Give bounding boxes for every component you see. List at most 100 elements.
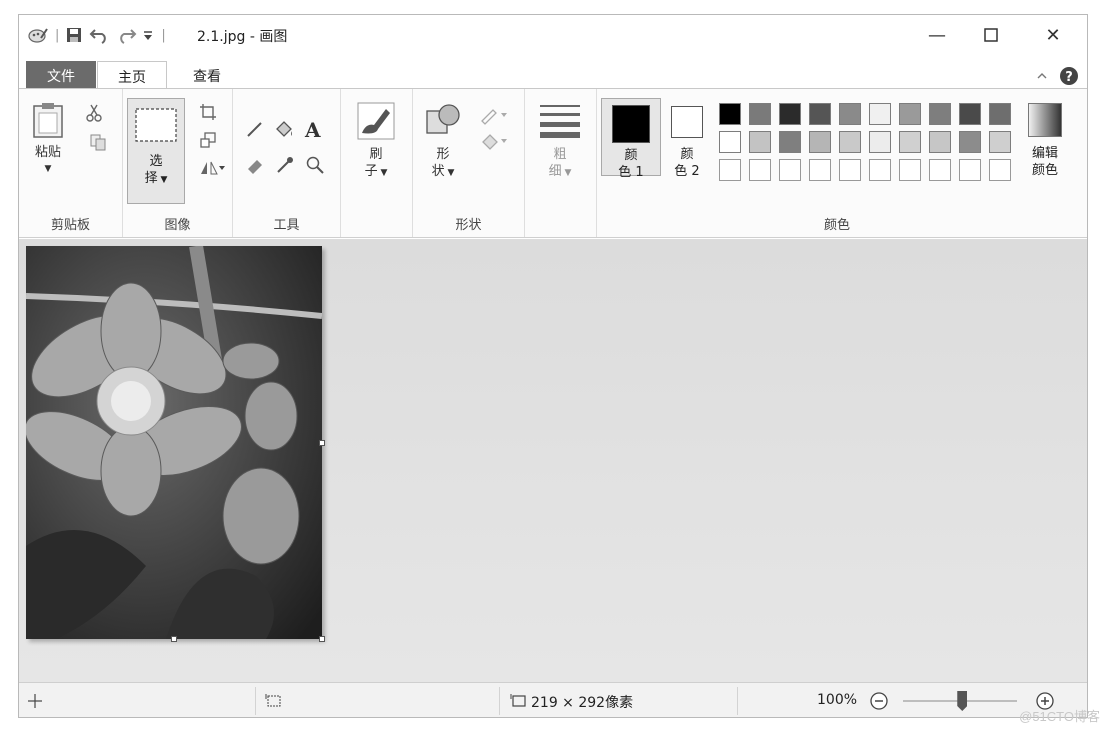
color-palette [719, 103, 1019, 183]
cut-icon[interactable] [85, 103, 103, 123]
select-label-1: 选 [149, 154, 163, 169]
palette-swatch[interactable] [989, 103, 1011, 125]
palette-swatch[interactable] [779, 131, 801, 153]
quick-access-toolbar: | | [27, 25, 172, 45]
size-group: 粗 细 ▼ [525, 89, 597, 237]
paint-app-icon[interactable] [27, 26, 49, 44]
canvas-area[interactable] [19, 239, 1087, 682]
tab-home[interactable]: 主页 [97, 61, 167, 88]
zoom-out-icon[interactable] [869, 691, 889, 711]
eraser-icon[interactable] [245, 155, 265, 175]
paint-window: | | 2.1.jpg - 画图 — ✕ 文件 主页 查看 ? 粘贴 ▼ 剪贴板… [18, 14, 1088, 718]
palette-swatch[interactable] [719, 159, 741, 181]
paste-button[interactable]: 粘贴 ▼ [27, 101, 69, 178]
chevron-down-icon: ▼ [444, 168, 455, 178]
edit-colors-button[interactable]: 编辑 颜色 [1021, 103, 1069, 179]
image-size-icon [510, 694, 526, 707]
customize-quick-access-icon[interactable] [141, 26, 155, 44]
select-rectangle-icon [135, 108, 177, 142]
palette-swatch[interactable] [749, 103, 771, 125]
palette-swatch[interactable] [839, 103, 861, 125]
ribbon-tabs: 文件 主页 查看 ? [19, 55, 1087, 88]
separator: | [161, 27, 166, 43]
palette-swatch[interactable] [809, 131, 831, 153]
collapse-ribbon-icon[interactable] [1035, 69, 1049, 83]
resize-handle-corner[interactable] [319, 636, 325, 642]
zoom-level-text: 100% [817, 692, 858, 708]
rotate-icon[interactable] [199, 159, 225, 177]
color2-button[interactable]: 颜 色 2 [667, 98, 713, 179]
palette-swatch[interactable] [959, 159, 981, 181]
select-label-2: 择 [144, 171, 158, 186]
resize-handle-right[interactable] [319, 440, 325, 446]
palette-swatch[interactable] [869, 131, 891, 153]
magnifier-icon[interactable] [305, 155, 325, 175]
shapes-button[interactable]: 形 状 ▼ [421, 101, 465, 182]
ribbon: 粘贴 ▼ 剪贴板 选 择 ▼ 图像 A 工具 刷 子 ▼ 形 状 ▼ 形状 粗 … [19, 88, 1087, 238]
fill-icon[interactable] [479, 133, 509, 151]
palette-swatch[interactable] [779, 103, 801, 125]
flower-photo[interactable] [26, 246, 322, 639]
color-picker-icon[interactable] [275, 155, 295, 175]
palette-swatch[interactable] [809, 159, 831, 181]
palette-swatch[interactable] [929, 131, 951, 153]
undo-icon[interactable] [89, 26, 111, 44]
separator: | [55, 27, 60, 43]
palette-swatch[interactable] [839, 159, 861, 181]
close-button[interactable]: ✕ [1033, 23, 1073, 47]
palette-swatch[interactable] [989, 131, 1011, 153]
outline-icon[interactable] [479, 107, 509, 125]
resize-handle-bottom[interactable] [171, 636, 177, 642]
palette-swatch[interactable] [869, 159, 891, 181]
text-tool-icon[interactable]: A [305, 118, 321, 142]
resize-icon[interactable] [199, 131, 217, 149]
color2-label-1: 颜 [680, 147, 694, 162]
size-button[interactable]: 粗 细 ▼ [537, 101, 583, 182]
tab-view[interactable]: 查看 [179, 61, 235, 88]
palette-swatch[interactable] [989, 159, 1011, 181]
brushes-label-1: 刷 [369, 147, 383, 162]
palette-swatch[interactable] [809, 103, 831, 125]
copy-icon[interactable] [89, 133, 107, 151]
colors-group-label: 颜色 [823, 218, 850, 233]
palette-swatch[interactable] [899, 131, 921, 153]
maximize-button[interactable] [971, 23, 1011, 47]
palette-swatch[interactable] [839, 131, 861, 153]
clipboard-group: 粘贴 ▼ 剪贴板 [19, 89, 123, 237]
palette-swatch[interactable] [929, 103, 951, 125]
clipboard-group-label: 剪贴板 [50, 218, 90, 233]
tools-group-label: 工具 [273, 218, 300, 233]
colors-group: 颜 色 1 颜 色 2 编辑 颜色 颜色 [597, 89, 1077, 237]
color1-button[interactable]: 颜 色 1 [601, 98, 661, 180]
palette-swatch[interactable] [959, 131, 981, 153]
fill-bucket-icon[interactable] [273, 119, 295, 139]
brushes-button[interactable]: 刷 子 ▼ [353, 101, 399, 182]
window-title: 2.1.jpg - 画图 [197, 29, 288, 45]
palette-swatch[interactable] [929, 159, 951, 181]
pencil-icon[interactable] [245, 119, 265, 139]
palette-swatch[interactable] [749, 131, 771, 153]
status-separator [499, 687, 500, 715]
minimize-button[interactable]: — [917, 23, 957, 47]
size-label-1: 粗 [553, 147, 567, 162]
palette-swatch[interactable] [899, 159, 921, 181]
zoom-slider-thumb[interactable] [957, 691, 968, 711]
edit-colors-icon [1028, 103, 1062, 137]
brushes-label-2: 子 [364, 164, 378, 179]
brush-icon [357, 102, 395, 140]
palette-swatch[interactable] [779, 159, 801, 181]
crop-icon[interactable] [199, 103, 217, 121]
palette-swatch[interactable] [719, 131, 741, 153]
palette-swatch[interactable] [959, 103, 981, 125]
tab-file[interactable]: 文件 [26, 61, 96, 88]
palette-swatch[interactable] [749, 159, 771, 181]
save-icon[interactable] [65, 26, 83, 44]
redo-icon[interactable] [115, 26, 137, 44]
help-icon[interactable]: ? [1059, 66, 1079, 86]
clipboard-icon [33, 103, 63, 138]
chevron-down-icon: ▼ [561, 168, 572, 178]
palette-swatch[interactable] [899, 103, 921, 125]
palette-swatch[interactable] [719, 103, 741, 125]
select-button[interactable]: 选 择 ▼ [127, 98, 185, 204]
palette-swatch[interactable] [869, 103, 891, 125]
